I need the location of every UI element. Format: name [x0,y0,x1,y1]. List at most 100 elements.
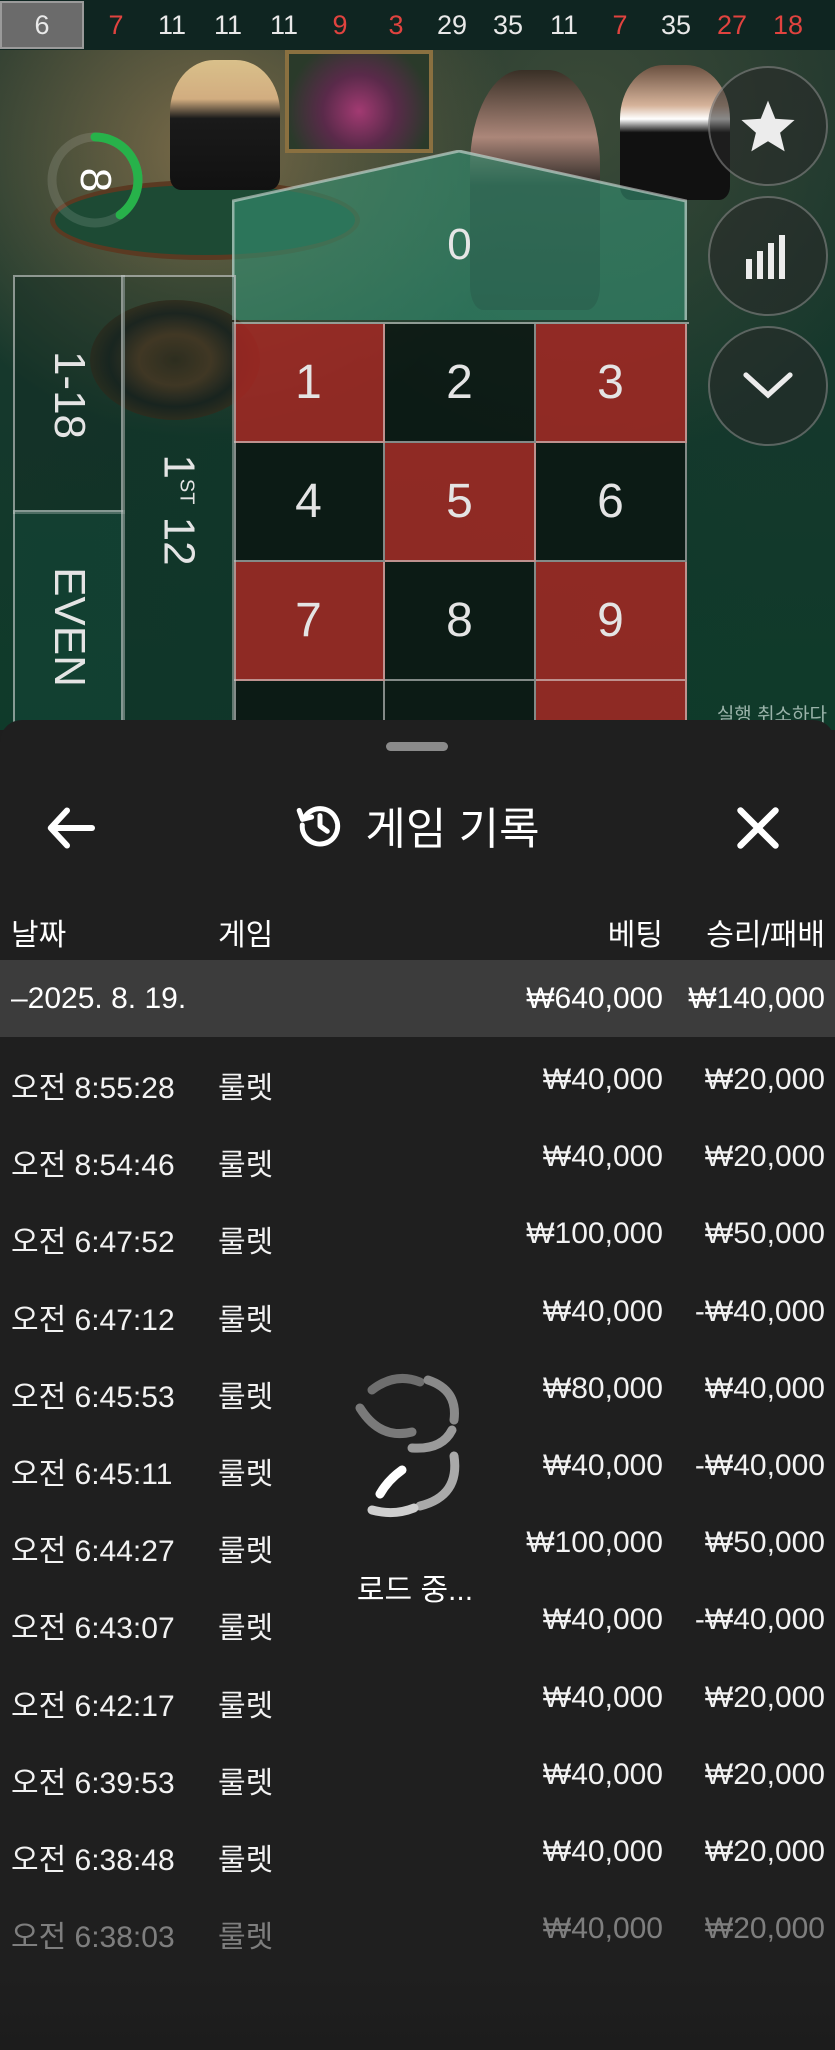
row-time: 오전 8:54:46 [11,1149,175,1183]
column-date: 날짜 [11,919,67,952]
row-result: ₩20,000 [704,1912,825,1946]
history-row[interactable]: 오전 6:39:53 룰렛 ₩40,000 ₩20,000 [0,1732,835,1809]
row-result: -₩40,000 [694,1294,825,1328]
history-icon [297,806,341,847]
row-result: -₩40,000 [694,1448,825,1482]
history-number: 11 [157,10,187,40]
history-row[interactable]: 오전 6:42:17 룰렛 ₩40,000 ₩20,000 [0,1655,835,1732]
bet-spot-even-label: EVEN [45,567,95,687]
loading-spinner-icon [355,1373,460,1518]
row-bet: ₩40,000 [542,1912,663,1946]
row-bet: ₩100,000 [526,1217,663,1251]
history-row[interactable]: 오전 6:47:12 룰렛 ₩40,000 -₩40,000 [0,1269,835,1346]
history-row[interactable]: 오전 6:38:48 룰렛 ₩40,000 ₩20,000 [0,1809,835,1886]
bet-spot-even[interactable]: EVEN [13,510,125,730]
row-game: 룰렛 [218,1457,274,1491]
loading-text: 로드 중... [356,1574,474,1607]
bet-spot-5[interactable]: 5 [385,443,536,562]
row-game: 룰렛 [218,1921,274,1955]
dozen-number: 12 [154,516,204,566]
row-game: 룰렛 [218,1843,274,1877]
history-number: 11 [549,10,579,40]
row-bet: ₩40,000 [542,1294,663,1328]
sheet-title: 게임 기록 [365,805,540,854]
bet-spot-3[interactable]: 3 [536,324,687,443]
history-row[interactable]: 오전 6:47:52 룰렛 ₩100,000 ₩50,000 [0,1191,835,1268]
bet-spot-1-18[interactable]: 1-18 [13,275,125,514]
row-time: 오전 6:38:48 [11,1843,175,1877]
row-bet: ₩40,000 [542,1757,663,1791]
row-game: 룰렛 [218,1303,274,1337]
row-bet: ₩40,000 [542,1680,663,1714]
history-number: 11 [269,10,299,40]
row-result: ₩20,000 [704,1063,825,1096]
row-result: ₩20,000 [704,1757,825,1791]
history-number: 35 [492,10,524,40]
history-number: 11 [213,10,243,40]
number-grid: 123456789101112 [232,322,689,730]
bet-spot-2[interactable]: 2 [385,324,536,443]
history-row[interactable]: 오전 6:38:03 룰렛 ₩40,000 ₩20,000 [0,1886,835,1963]
history-number-latest: 6 [0,1,84,49]
row-game: 룰렛 [218,1072,274,1105]
row-game: 룰렛 [218,1380,274,1414]
history-number: 27 [716,10,748,40]
sheet-drag-handle[interactable] [386,742,448,751]
sheet-title-group: 게임 기록 [0,770,835,880]
bet-spot-1st-12[interactable]: 1ST 12 [121,275,236,730]
bet-spot-1[interactable]: 1 [234,324,385,443]
painting-background [285,50,433,153]
close-button[interactable] [728,798,788,858]
row-time: 오전 6:45:53 [11,1380,175,1414]
row-game: 룰렛 [218,1535,274,1569]
row-time: 오전 8:55:28 [11,1072,175,1105]
column-headers: 날짜 게임 베팅 승리/패배 [0,890,835,960]
row-result: ₩20,000 [704,1680,825,1714]
bet-spot-7[interactable]: 7 [234,562,385,681]
row-time: 오전 6:39:53 [11,1766,175,1800]
favorite-button[interactable] [708,66,828,186]
row-time: 오전 6:47:12 [11,1303,175,1337]
bet-spot-6[interactable]: 6 [536,443,687,562]
row-result: ₩40,000 [704,1371,825,1405]
column-game: 게임 [218,919,274,952]
bet-spot-9[interactable]: 9 [536,562,687,681]
row-bet: ₩40,000 [542,1448,663,1482]
history-row[interactable]: 오전 8:55:28 룰렛 ₩40,000 ₩20,000 [0,1037,835,1114]
row-game: 룰렛 [218,1612,274,1646]
row-bet: ₩40,000 [542,1140,663,1174]
history-number: 35 [660,10,692,40]
row-bet: ₩40,000 [542,1603,663,1637]
row-result: ₩50,000 [704,1526,825,1560]
row-result: ₩20,000 [704,1834,825,1868]
row-bet: ₩40,000 [542,1063,663,1096]
date-group-date: –2025. 8. 19. [11,982,187,1015]
column-win-loss: 승리/패배 [706,919,825,952]
row-time: 오전 6:42:17 [11,1689,175,1723]
date-group-win-loss: ₩140,000 [688,982,825,1015]
column-bet: 베팅 [607,919,663,952]
date-group-bet: ₩640,000 [526,982,663,1015]
bet-spot-8[interactable]: 8 [385,562,536,681]
row-result: ₩50,000 [704,1217,825,1251]
row-bet: ₩80,000 [542,1371,663,1405]
row-result: ₩20,000 [704,1140,825,1174]
row-time: 오전 6:38:03 [11,1921,175,1955]
timer-value: 8 [71,167,120,193]
date-group-row[interactable]: –2025. 8. 19. ₩640,000 ₩140,000 [0,960,835,1037]
sheet-header: 게임 기록 [0,770,835,880]
row-game: 룰렛 [218,1689,274,1723]
bet-spot-4[interactable]: 4 [234,443,385,562]
row-game: 룰렛 [218,1226,274,1260]
collapse-button[interactable] [708,326,828,446]
game-history-sheet: 게임 기록 날짜 게임 베팅 승리/패배 –2025. 8. 19. ₩640,… [0,720,835,2050]
row-bet: ₩100,000 [526,1526,663,1560]
history-number: 29 [436,10,468,40]
star-icon [741,100,795,152]
stats-icon [746,235,785,279]
bet-spot-1st-12-label: 1ST 12 [154,454,204,565]
countdown-timer: 8 [45,130,145,230]
history-row[interactable]: 오전 8:54:46 룰렛 ₩40,000 ₩20,000 [0,1114,835,1191]
row-game: 룰렛 [218,1766,274,1800]
statistics-button[interactable] [708,196,828,316]
